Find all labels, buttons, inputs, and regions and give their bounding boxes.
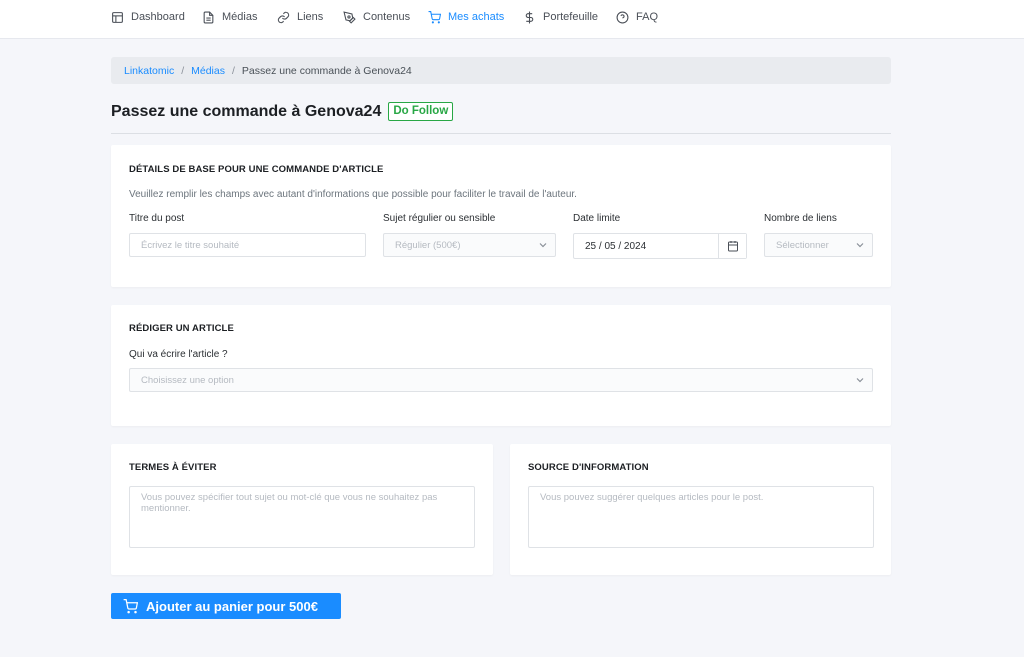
layout-icon	[112, 11, 123, 23]
nav-item-label: Portefeuille	[543, 11, 599, 23]
breadcrumb-current: Passez une commande à Genova24	[241, 64, 412, 77]
nav-item-liens[interactable]: Liens	[277, 9, 323, 25]
pen-tool-icon	[343, 10, 356, 24]
help-circle-icon	[616, 11, 629, 23]
nav-item-contenus[interactable]: Contenus	[343, 9, 410, 25]
breadcrumb-separator: /	[181, 64, 185, 77]
chevron-down-icon	[539, 243, 547, 248]
add-to-cart-label: Ajouter au panier pour 500€	[146, 598, 318, 614]
nav-item-label: Contenus	[363, 11, 411, 23]
dollar-icon	[525, 11, 534, 23]
links-count-value: Sélectionner	[776, 239, 829, 251]
deadline-value: 25 / 05 / 2024	[585, 240, 647, 252]
links-count-select[interactable]: Sélectionner	[764, 233, 873, 257]
source-card: SOURCE D'INFORMATION Vous pouvez suggére…	[510, 444, 891, 575]
nav-item-faq[interactable]: FAQ	[616, 9, 658, 25]
breadcrumb-link-home[interactable]: Linkatomic	[124, 65, 174, 77]
writer-label: Qui va écrire l'article ?	[129, 349, 228, 360]
subject-select[interactable]: Régulier (500€)	[383, 233, 556, 257]
basic-details-card: DÉTAILS DE BASE POUR UNE COMMANDE D'ARTI…	[111, 145, 891, 287]
nav-item-label: Mes achats	[448, 11, 505, 23]
write-article-title: RÉDIGER UN ARTICLE	[129, 323, 234, 334]
breadcrumb: Linkatomic / Médias / Passez une command…	[111, 57, 891, 84]
deadline-label: Date limite	[573, 213, 621, 224]
chevron-down-icon	[856, 243, 864, 248]
do-follow-badge: Do Follow	[388, 102, 454, 121]
chevron-down-icon	[856, 378, 864, 383]
calendar-icon	[727, 241, 738, 252]
cart-icon	[123, 598, 138, 613]
divider	[111, 133, 891, 134]
page-header: Passez une commande à Genova24 Do Follow	[111, 101, 891, 122]
basic-details-description: Veuillez remplir les champs avec autant …	[129, 189, 577, 200]
nav-item-portefeuille[interactable]: Portefeuille	[523, 9, 598, 25]
nav-item-dashboard[interactable]: Dashboard	[111, 9, 185, 25]
nav-item-label: Liens	[297, 11, 324, 23]
nav-item-label: FAQ	[636, 11, 659, 23]
subject-label: Sujet régulier ou sensible	[383, 213, 496, 224]
links-count-label: Nombre de liens	[764, 213, 837, 224]
calendar-button[interactable]	[718, 234, 746, 258]
terms-title: TERMES À ÉVITER	[129, 462, 217, 473]
top-navigation: Dashboard Médias Liens Contenus Mes acha…	[0, 0, 1024, 39]
add-to-cart-button[interactable]: Ajouter au panier pour 500€	[111, 593, 341, 619]
post-title-input[interactable]: Écrivez le titre souhaité	[129, 233, 366, 257]
nav-item-label: Médias	[222, 11, 258, 23]
nav-item-medias[interactable]: Médias	[202, 9, 257, 25]
source-title: SOURCE D'INFORMATION	[528, 462, 649, 473]
nav-item-mes-achats[interactable]: Mes achats	[428, 9, 504, 25]
subject-select-value: Régulier (500€)	[395, 239, 461, 251]
terms-to-avoid-card: TERMES À ÉVITER Vous pouvez spécifier to…	[111, 444, 493, 575]
post-title-label: Titre du post	[129, 213, 185, 224]
breadcrumb-separator: /	[231, 64, 235, 77]
link-icon	[277, 11, 290, 23]
writer-select-value: Choisissez une option	[141, 374, 234, 386]
deadline-input[interactable]: 25 / 05 / 2024	[573, 233, 747, 259]
document-icon	[203, 11, 214, 23]
source-textarea[interactable]: Vous pouvez suggérer quelques articles p…	[528, 486, 874, 548]
breadcrumb-link-medias[interactable]: Médias	[191, 65, 225, 77]
page-title: Passez une commande à Genova24	[111, 102, 382, 120]
basic-details-title: DÉTAILS DE BASE POUR UNE COMMANDE D'ARTI…	[129, 164, 384, 175]
terms-textarea[interactable]: Vous pouvez spécifier tout sujet ou mot-…	[129, 486, 475, 548]
nav-item-label: Dashboard	[131, 11, 185, 23]
write-article-card: RÉDIGER UN ARTICLE Qui va écrire l'artic…	[111, 305, 891, 426]
writer-select[interactable]: Choisissez une option	[129, 368, 873, 392]
cart-icon	[428, 10, 441, 23]
